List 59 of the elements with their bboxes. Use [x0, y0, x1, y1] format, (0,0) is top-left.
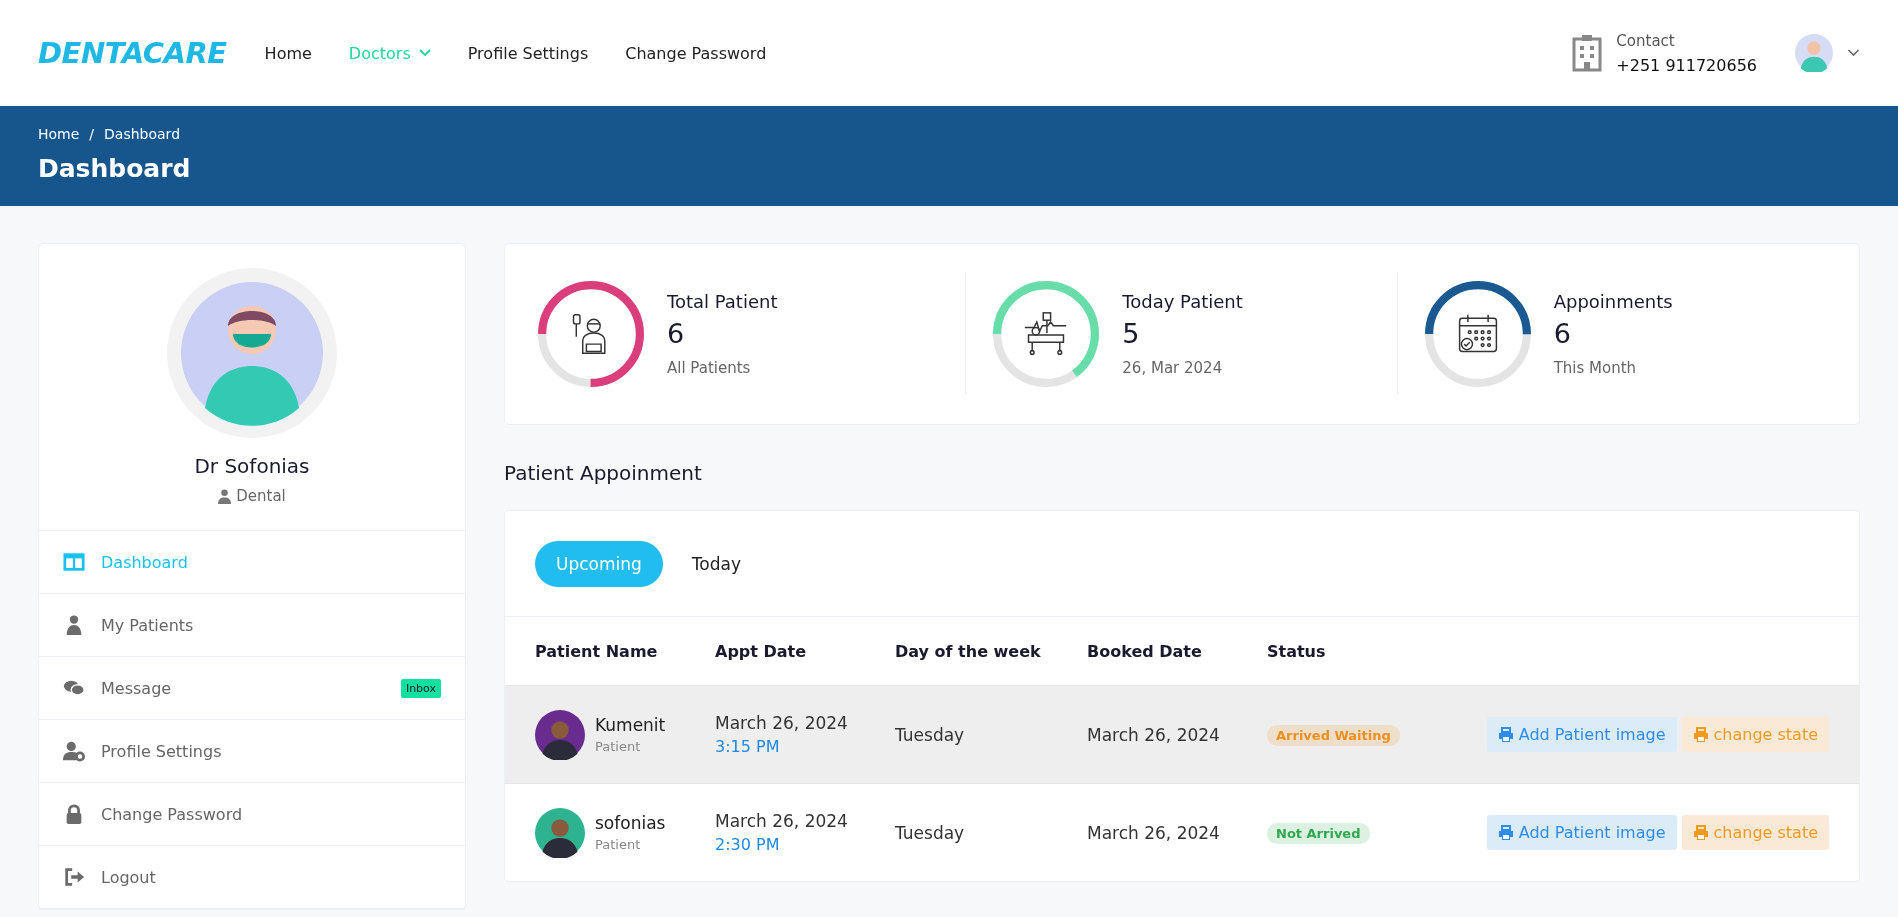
- sidebar-item[interactable]: Change Password: [39, 783, 465, 846]
- breadcrumb-link[interactable]: Dashboard: [104, 126, 181, 142]
- contact-label: Contact: [1616, 31, 1676, 50]
- status-badge: Not Arrived: [1267, 823, 1370, 844]
- nav-link[interactable]: Home: [264, 43, 312, 63]
- contact-phone[interactable]: +251 911720656: [1616, 55, 1757, 75]
- printer-icon: [1497, 726, 1514, 743]
- table-cell-text: March 26, 2024: [1087, 724, 1221, 745]
- stat-subtitle: All Patients: [667, 359, 752, 377]
- table-cell-text: Tuesday: [895, 822, 966, 843]
- sidebar-item[interactable]: My Patients: [39, 594, 465, 657]
- stat-title: Appoinments: [1553, 291, 1673, 312]
- printer-icon: [1692, 824, 1709, 841]
- doctor-icon: [218, 488, 232, 504]
- column-header: Status: [1267, 641, 1327, 661]
- chevron-down-icon[interactable]: [1847, 49, 1860, 57]
- patient-role: Patient: [595, 739, 642, 754]
- columns-icon: [63, 551, 85, 573]
- patient-avatar: [535, 807, 585, 858]
- user-gear-icon: [63, 740, 85, 762]
- table-cell-text: Tuesday: [895, 724, 966, 745]
- printer-icon: [1497, 824, 1514, 841]
- breadcrumb-link[interactable]: Home: [38, 126, 80, 142]
- inbox-badge: Inbox: [400, 678, 441, 698]
- building-icon: [1572, 34, 1603, 72]
- appt-time: 2:30 PM: [715, 835, 781, 854]
- patient-avatar: [535, 709, 585, 760]
- stat-title: Total Patient: [667, 291, 778, 312]
- nav-link[interactable]: Profile Settings: [467, 43, 589, 63]
- table-cell-text: March 26, 2024: [1087, 822, 1221, 843]
- appt-date: March 26, 2024: [715, 713, 849, 733]
- printer-icon: [1692, 726, 1709, 743]
- appt-time: 3:15 PM: [715, 737, 781, 756]
- breadcrumb-separator: /: [89, 126, 95, 142]
- column-header: Patient Name: [535, 641, 659, 661]
- sidebar-item[interactable]: Message Inbox: [39, 657, 465, 720]
- stat-value: 6: [1553, 318, 1572, 349]
- stat-subtitle: This Month: [1553, 359, 1638, 377]
- stat-title: Today Patient: [1122, 291, 1243, 312]
- nav-link[interactable]: Change Password: [625, 43, 767, 63]
- doctor-name: Dr Sofonias: [194, 454, 310, 478]
- column-header: Day of the week: [895, 641, 1042, 661]
- patient-name: Kumenit: [595, 715, 666, 735]
- specialty-label: Dental: [236, 487, 286, 505]
- tab[interactable]: Today: [670, 541, 762, 587]
- stat-value: 5: [1122, 318, 1141, 349]
- page-title: Dashboard: [38, 154, 192, 183]
- section-title: Patient Appoinment: [504, 461, 703, 485]
- appt-date: March 26, 2024: [715, 811, 849, 831]
- sidebar-item[interactable]: Profile Settings: [39, 720, 465, 783]
- logout-icon: [63, 866, 85, 888]
- stat-value: 6: [667, 318, 686, 349]
- sidebar-item[interactable]: Logout: [39, 846, 465, 909]
- patient-role: Patient: [595, 837, 642, 852]
- column-header: Booked Date: [1087, 641, 1203, 661]
- column-header: Appt Date: [715, 641, 808, 661]
- patient-name: sofonias: [595, 813, 666, 833]
- status-badge: Arrived Waiting: [1267, 725, 1400, 746]
- stat-subtitle: 26, Mar 2024: [1122, 359, 1224, 377]
